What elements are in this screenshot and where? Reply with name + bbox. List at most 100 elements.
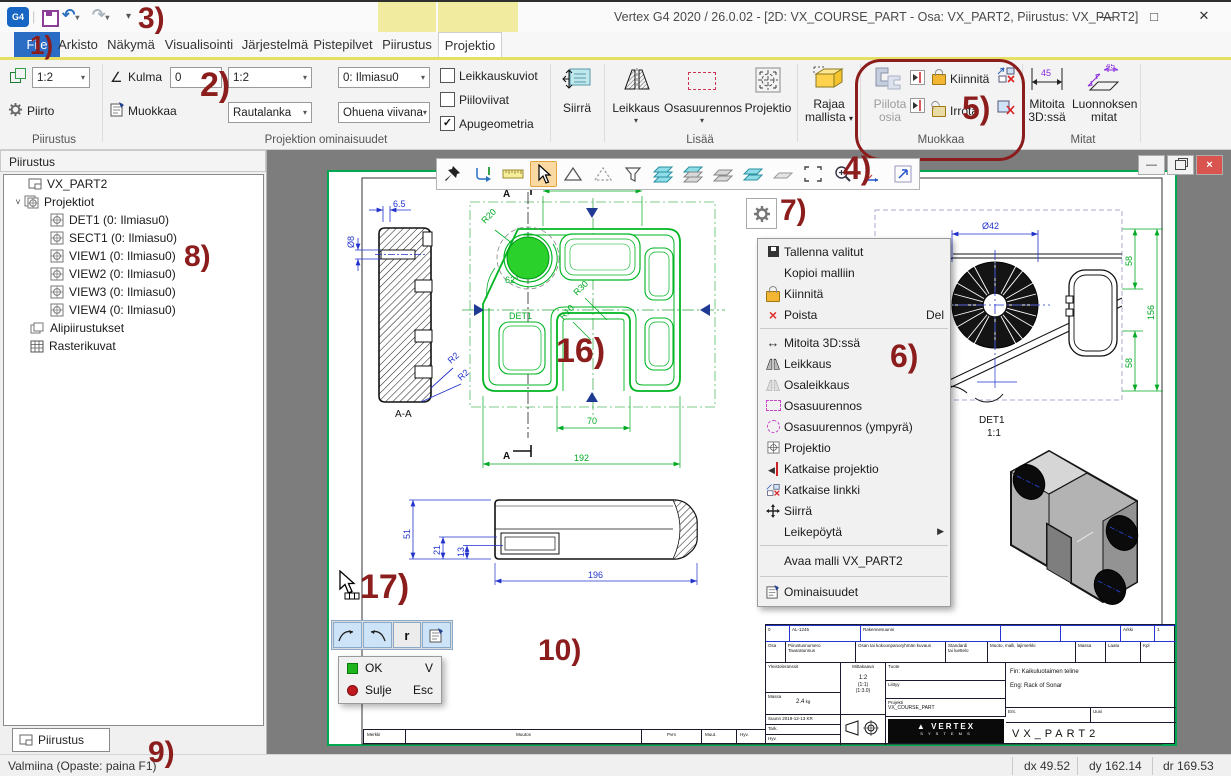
checkbox-leikkauskuviot[interactable]: [440, 68, 455, 83]
arc-end-button[interactable]: [363, 622, 392, 648]
menu-item-katkaise-linkki[interactable]: Katkaise linkki: [758, 479, 950, 500]
tree-item-projektiot[interactable]: ˅ Projektiot: [4, 193, 263, 211]
menu-item-osaleikkaus[interactable]: Osaleikkaus: [758, 374, 950, 395]
pan-icon[interactable]: [889, 161, 916, 187]
menu-item-tallenna-valitut[interactable]: Tallenna valitut: [758, 241, 950, 262]
line-style-select[interactable]: Ohuena viivana▾: [338, 102, 430, 123]
mdi-close-button[interactable]: ×: [1196, 155, 1223, 175]
representation-select[interactable]: Rautalanka▾: [228, 102, 312, 123]
layers-pair-icon[interactable]: [739, 161, 766, 187]
close-button[interactable]: ✕: [1186, 4, 1222, 28]
ruler-icon[interactable]: [500, 161, 527, 187]
sidebar-bottom-tab[interactable]: Piirustus: [12, 728, 110, 752]
muokkaa-button[interactable]: Muokkaa: [128, 104, 177, 118]
mdi-restore-button[interactable]: [1167, 155, 1194, 175]
radius-button[interactable]: r: [393, 622, 422, 648]
menu-item-osasuurennos[interactable]: Osasuurennos: [758, 395, 950, 416]
tab-projektio[interactable]: Projektio: [438, 32, 502, 57]
context-menu: Tallenna valitut Kopioi malliin Kiinnitä…: [757, 238, 951, 607]
tree-item-view2[interactable]: VIEW2 (0: Ilmiasu0): [4, 265, 263, 283]
properties-icon: [766, 585, 780, 599]
menu-item-avaa-malli[interactable]: Avaa malli VX_PART2: [758, 549, 950, 573]
menu-item-label: Mitoita 3D:ssä: [784, 336, 860, 350]
tree-item-sect1[interactable]: SECT1 (0: Ilmiasu0): [4, 229, 263, 247]
rev-cell: Hyv.: [737, 730, 765, 743]
menu-item-mitoita-3d[interactable]: Mitoita 3D:ssä: [758, 332, 950, 353]
minimize-button[interactable]: —: [1088, 4, 1124, 28]
frame-select-icon[interactable]: [799, 161, 826, 187]
layers-all-icon[interactable]: [650, 161, 677, 187]
menu-item-ominaisuudet[interactable]: Ominaisuudet: [758, 580, 950, 604]
tab-visualisointi[interactable]: Visualisointi: [158, 32, 240, 57]
view-settings-button[interactable]: [746, 198, 777, 229]
view-arrow-icon[interactable]: [586, 208, 598, 218]
face-icon[interactable]: [560, 161, 587, 187]
side-view[interactable]: 51 21 13 196: [402, 500, 697, 585]
layers-gray-icon[interactable]: [709, 161, 736, 187]
menu-item-poista[interactable]: PoistaDel: [758, 304, 950, 325]
properties-button[interactable]: [422, 622, 451, 648]
maximize-button[interactable]: □: [1136, 4, 1172, 28]
divider: |: [32, 9, 35, 24]
tree-item-view3[interactable]: VIEW3 (0: Ilmiasu0): [4, 283, 263, 301]
projektio-button[interactable]: Projektio: [742, 102, 794, 115]
projection-scale-select[interactable]: 1:2▾: [228, 67, 312, 88]
checkbox-apugeometria[interactable]: ✓: [440, 116, 455, 131]
rajaa-mallista-button[interactable]: Rajaa mallista ▾: [798, 98, 860, 125]
ok-row[interactable]: OKV: [339, 657, 441, 679]
chevron-expanded-icon[interactable]: ˅: [12, 197, 24, 207]
drawing-scale-select[interactable]: 1:2▾: [32, 67, 90, 88]
menu-item-kiinnita[interactable]: Kiinnitä: [758, 283, 950, 304]
tab-piirustus[interactable]: Piirustus: [378, 32, 436, 57]
layers-stack-icon[interactable]: [680, 161, 707, 187]
menu-item-label: Avaa malli VX_PART2: [784, 554, 903, 568]
section-view[interactable]: 6.5 Ø8 R2 R2 A-A: [346, 199, 471, 420]
view-arrow-icon[interactable]: [586, 392, 598, 402]
app-logo-icon[interactable]: G4: [7, 7, 29, 27]
tree-item-rasterikuvat[interactable]: Rasterikuvat: [4, 337, 263, 355]
tab-pistepilvet[interactable]: Pistepilvet: [310, 32, 376, 57]
tree-item-det1[interactable]: DET1 (0: Ilmiasu0): [4, 211, 263, 229]
luonnoksen-mitat-button[interactable]: Luonnoksen mitat: [1072, 98, 1136, 124]
menu-item-projektio[interactable]: Projektio: [758, 437, 950, 458]
chevron-down-icon[interactable]: ▾: [608, 116, 664, 125]
chevron-down-icon[interactable]: ▾: [664, 116, 740, 125]
cursor-icon[interactable]: [530, 161, 557, 187]
tree-item-view1[interactable]: VIEW1 (0: Ilmiasu0): [4, 247, 263, 265]
layer-flat-icon[interactable]: [769, 161, 796, 187]
close-row[interactable]: SuljeEsc: [339, 679, 441, 701]
piirto-button[interactable]: Piirto: [27, 104, 54, 118]
dimension-leader-icon[interactable]: [470, 161, 497, 187]
face-dashed-icon[interactable]: [590, 161, 617, 187]
svg-text:R2: R2: [456, 367, 471, 382]
mitoita-3d-button[interactable]: Mitoita 3D:ssä: [1024, 98, 1070, 124]
save-icon[interactable]: [42, 10, 59, 27]
tree-item-root[interactable]: VX_PART2: [4, 175, 263, 193]
pin-icon[interactable]: [440, 161, 467, 187]
tree-item-view4[interactable]: VIEW4 (0: Ilmiasu0): [4, 301, 263, 319]
view-arrow-icon[interactable]: [700, 304, 710, 316]
osasuurennos-button[interactable]: Osasuurennos: [664, 102, 740, 115]
menu-item-kopioi-malliin[interactable]: Kopioi malliin: [758, 262, 950, 283]
menu-item-katkaise-projektio[interactable]: Katkaise projektio: [758, 458, 950, 479]
filter-icon[interactable]: [620, 161, 647, 187]
tab-nakyma[interactable]: Näkymä: [104, 32, 158, 57]
tab-jarjestelma[interactable]: Järjestelmä: [240, 32, 310, 57]
menu-item-siirra[interactable]: Siirrä: [758, 500, 950, 521]
siirra-button[interactable]: Siirrä: [552, 102, 602, 115]
mdi-minimize-button[interactable]: —: [1138, 155, 1165, 175]
iso-3d-view[interactable]: [1007, 451, 1143, 610]
redo-icon[interactable]: ↷▾: [92, 5, 109, 25]
configuration-select[interactable]: 0: Ilmiasu0▾: [338, 67, 430, 88]
checkbox-piiloviivat[interactable]: [440, 92, 455, 107]
vertex-g4-window: G4 | ↶▾ ↷▾ ▾ Vertex G4 2020 / 26.0.02 - …: [0, 0, 1231, 776]
menu-item-leikepoyta[interactable]: Leikepöytä▶: [758, 521, 950, 542]
arc-start-button[interactable]: [333, 622, 362, 648]
undo-icon[interactable]: ↶▾: [62, 5, 79, 25]
tab-arkisto[interactable]: Arkisto: [52, 32, 104, 57]
tree-item-alipiirustukset[interactable]: Alipiirustukset: [4, 319, 263, 337]
leikkaus-button[interactable]: Leikkaus: [608, 102, 664, 115]
menu-item-leikkaus[interactable]: Leikkaus: [758, 353, 950, 374]
quick-access-more-icon[interactable]: ▾: [126, 11, 131, 22]
menu-item-osasuurennos-ympyra[interactable]: Osasuurennos (ympyrä): [758, 416, 950, 437]
